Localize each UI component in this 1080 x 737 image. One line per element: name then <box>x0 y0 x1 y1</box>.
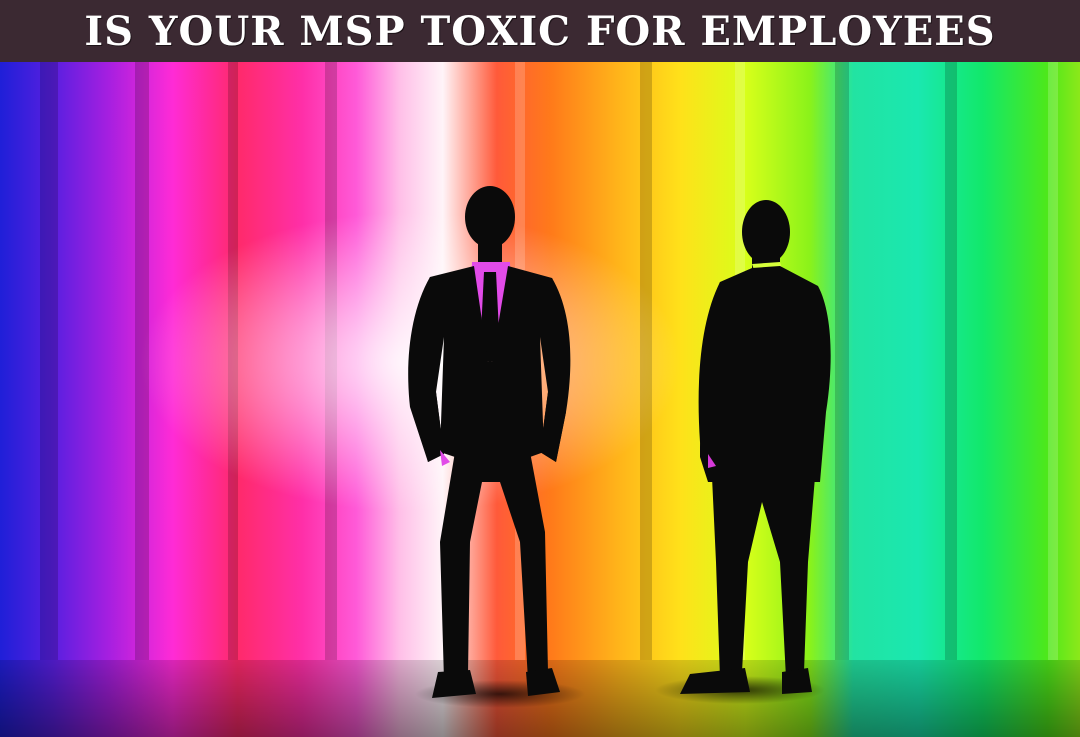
title-banner: IS YOUR MSP TOXIC FOR EMPLOYEES <box>0 0 1080 62</box>
scene-illustration <box>0 62 1080 737</box>
poster: IS YOUR MSP TOXIC FOR EMPLOYEES <box>0 0 1080 737</box>
rainbow-scene <box>0 62 1080 737</box>
page-title: IS YOUR MSP TOXIC FOR EMPLOYEES <box>84 7 996 55</box>
